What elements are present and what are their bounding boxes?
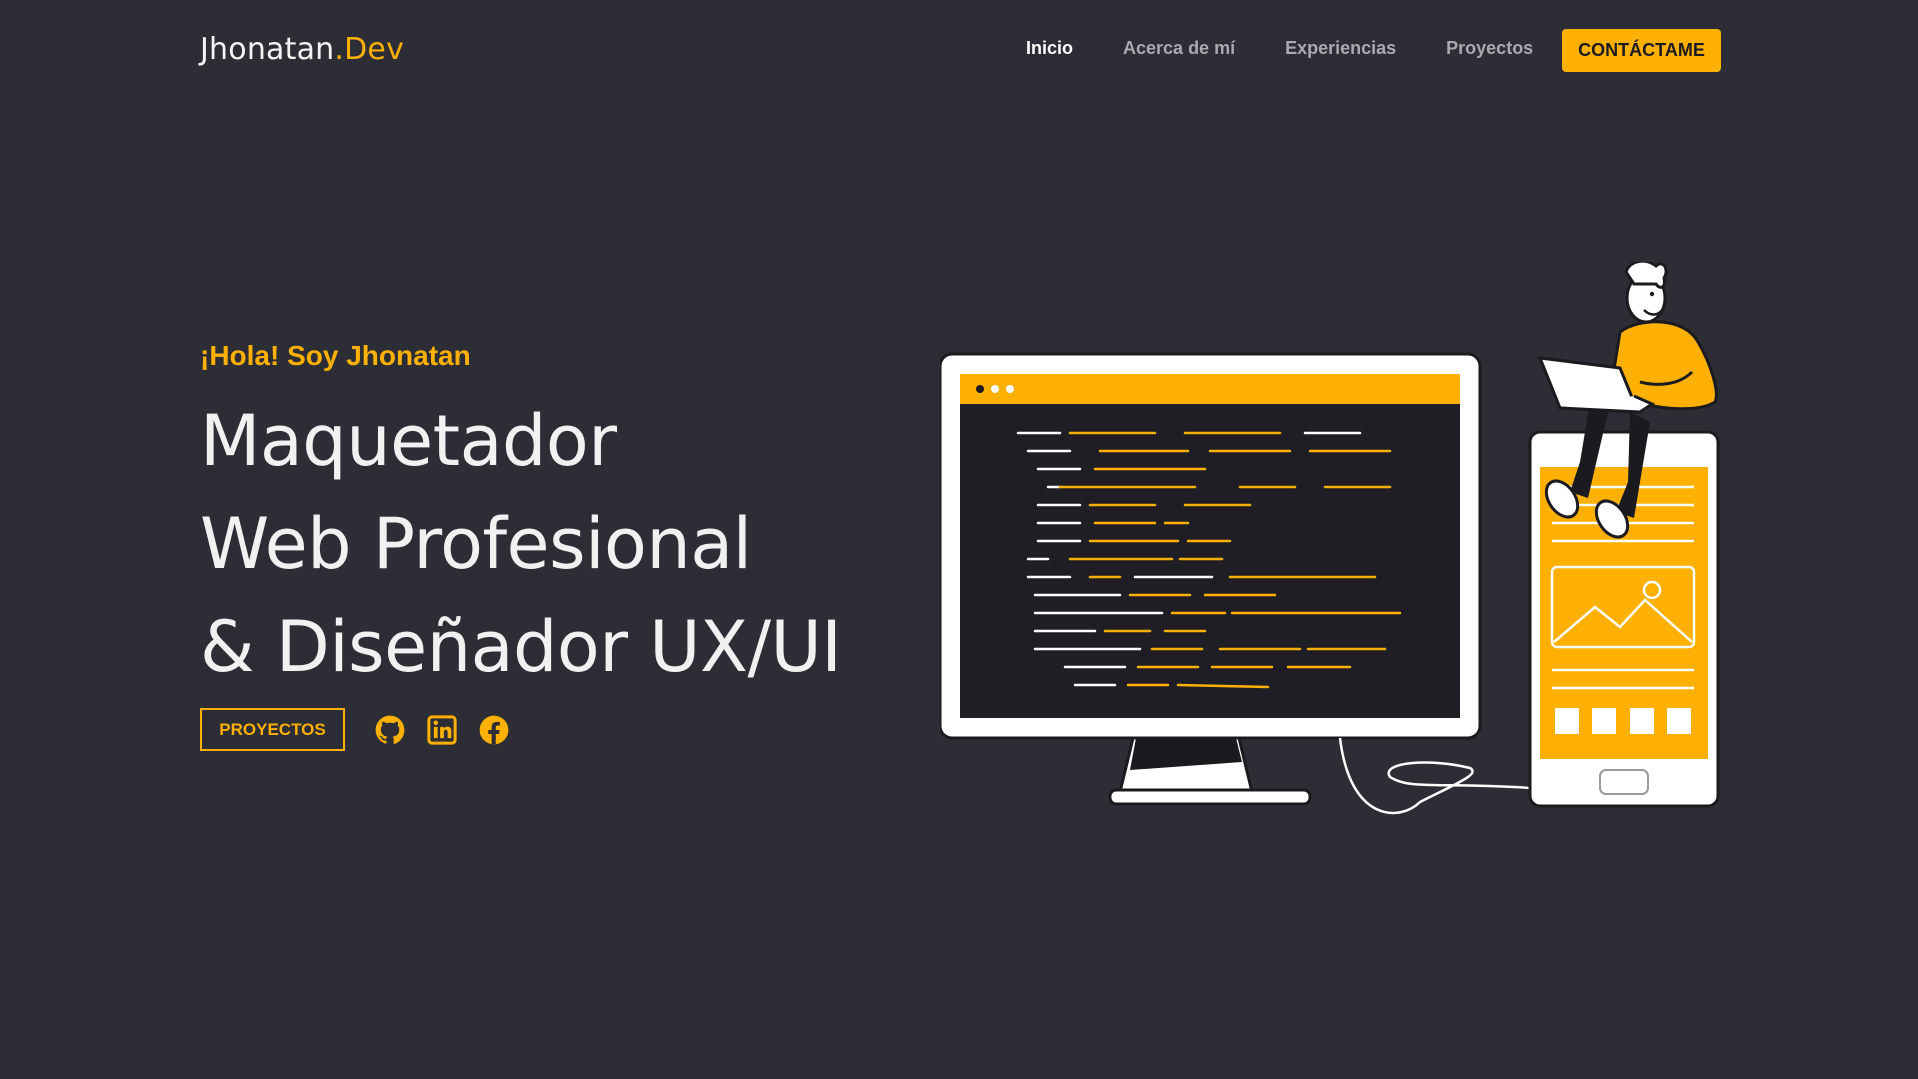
logo-accent: .Dev [334,32,405,67]
linkedin-icon[interactable] [427,714,457,745]
hero-actions: PROYECTOS [200,708,531,751]
contact-button[interactable]: CONTÁCTAME [1562,29,1721,72]
facebook-icon[interactable] [479,715,509,745]
nav-item-inicio[interactable]: Inicio [1026,38,1073,59]
headline-line-2: Web Profesional [200,503,752,585]
site-logo[interactable]: Jhonatan.Dev [200,30,404,70]
developer-illustration [938,259,1720,815]
github-icon[interactable] [375,715,405,745]
main-nav: Inicio Acerca de mí Experiencias Proyect… [1026,38,1533,59]
nav-item-experiencias[interactable]: Experiencias [1285,38,1396,59]
hero-illustration [938,259,1720,822]
hero-headline: Maquetador Web Profesional & Diseñador U… [200,390,842,699]
site-header: Jhonatan.Dev Inicio Acerca de mí Experie… [0,0,1918,100]
logo-name: Jhonatan [200,32,335,67]
nav-item-acerca[interactable]: Acerca de mí [1123,38,1235,59]
projects-button[interactable]: PROYECTOS [200,708,345,751]
nav-item-proyectos[interactable]: Proyectos [1446,38,1533,59]
headline-line-1: Maquetador [200,400,617,482]
headline-line-3: & Diseñador UX/UI [200,606,842,688]
hero-greeting: ¡Hola! Soy Jhonatan [200,340,471,371]
